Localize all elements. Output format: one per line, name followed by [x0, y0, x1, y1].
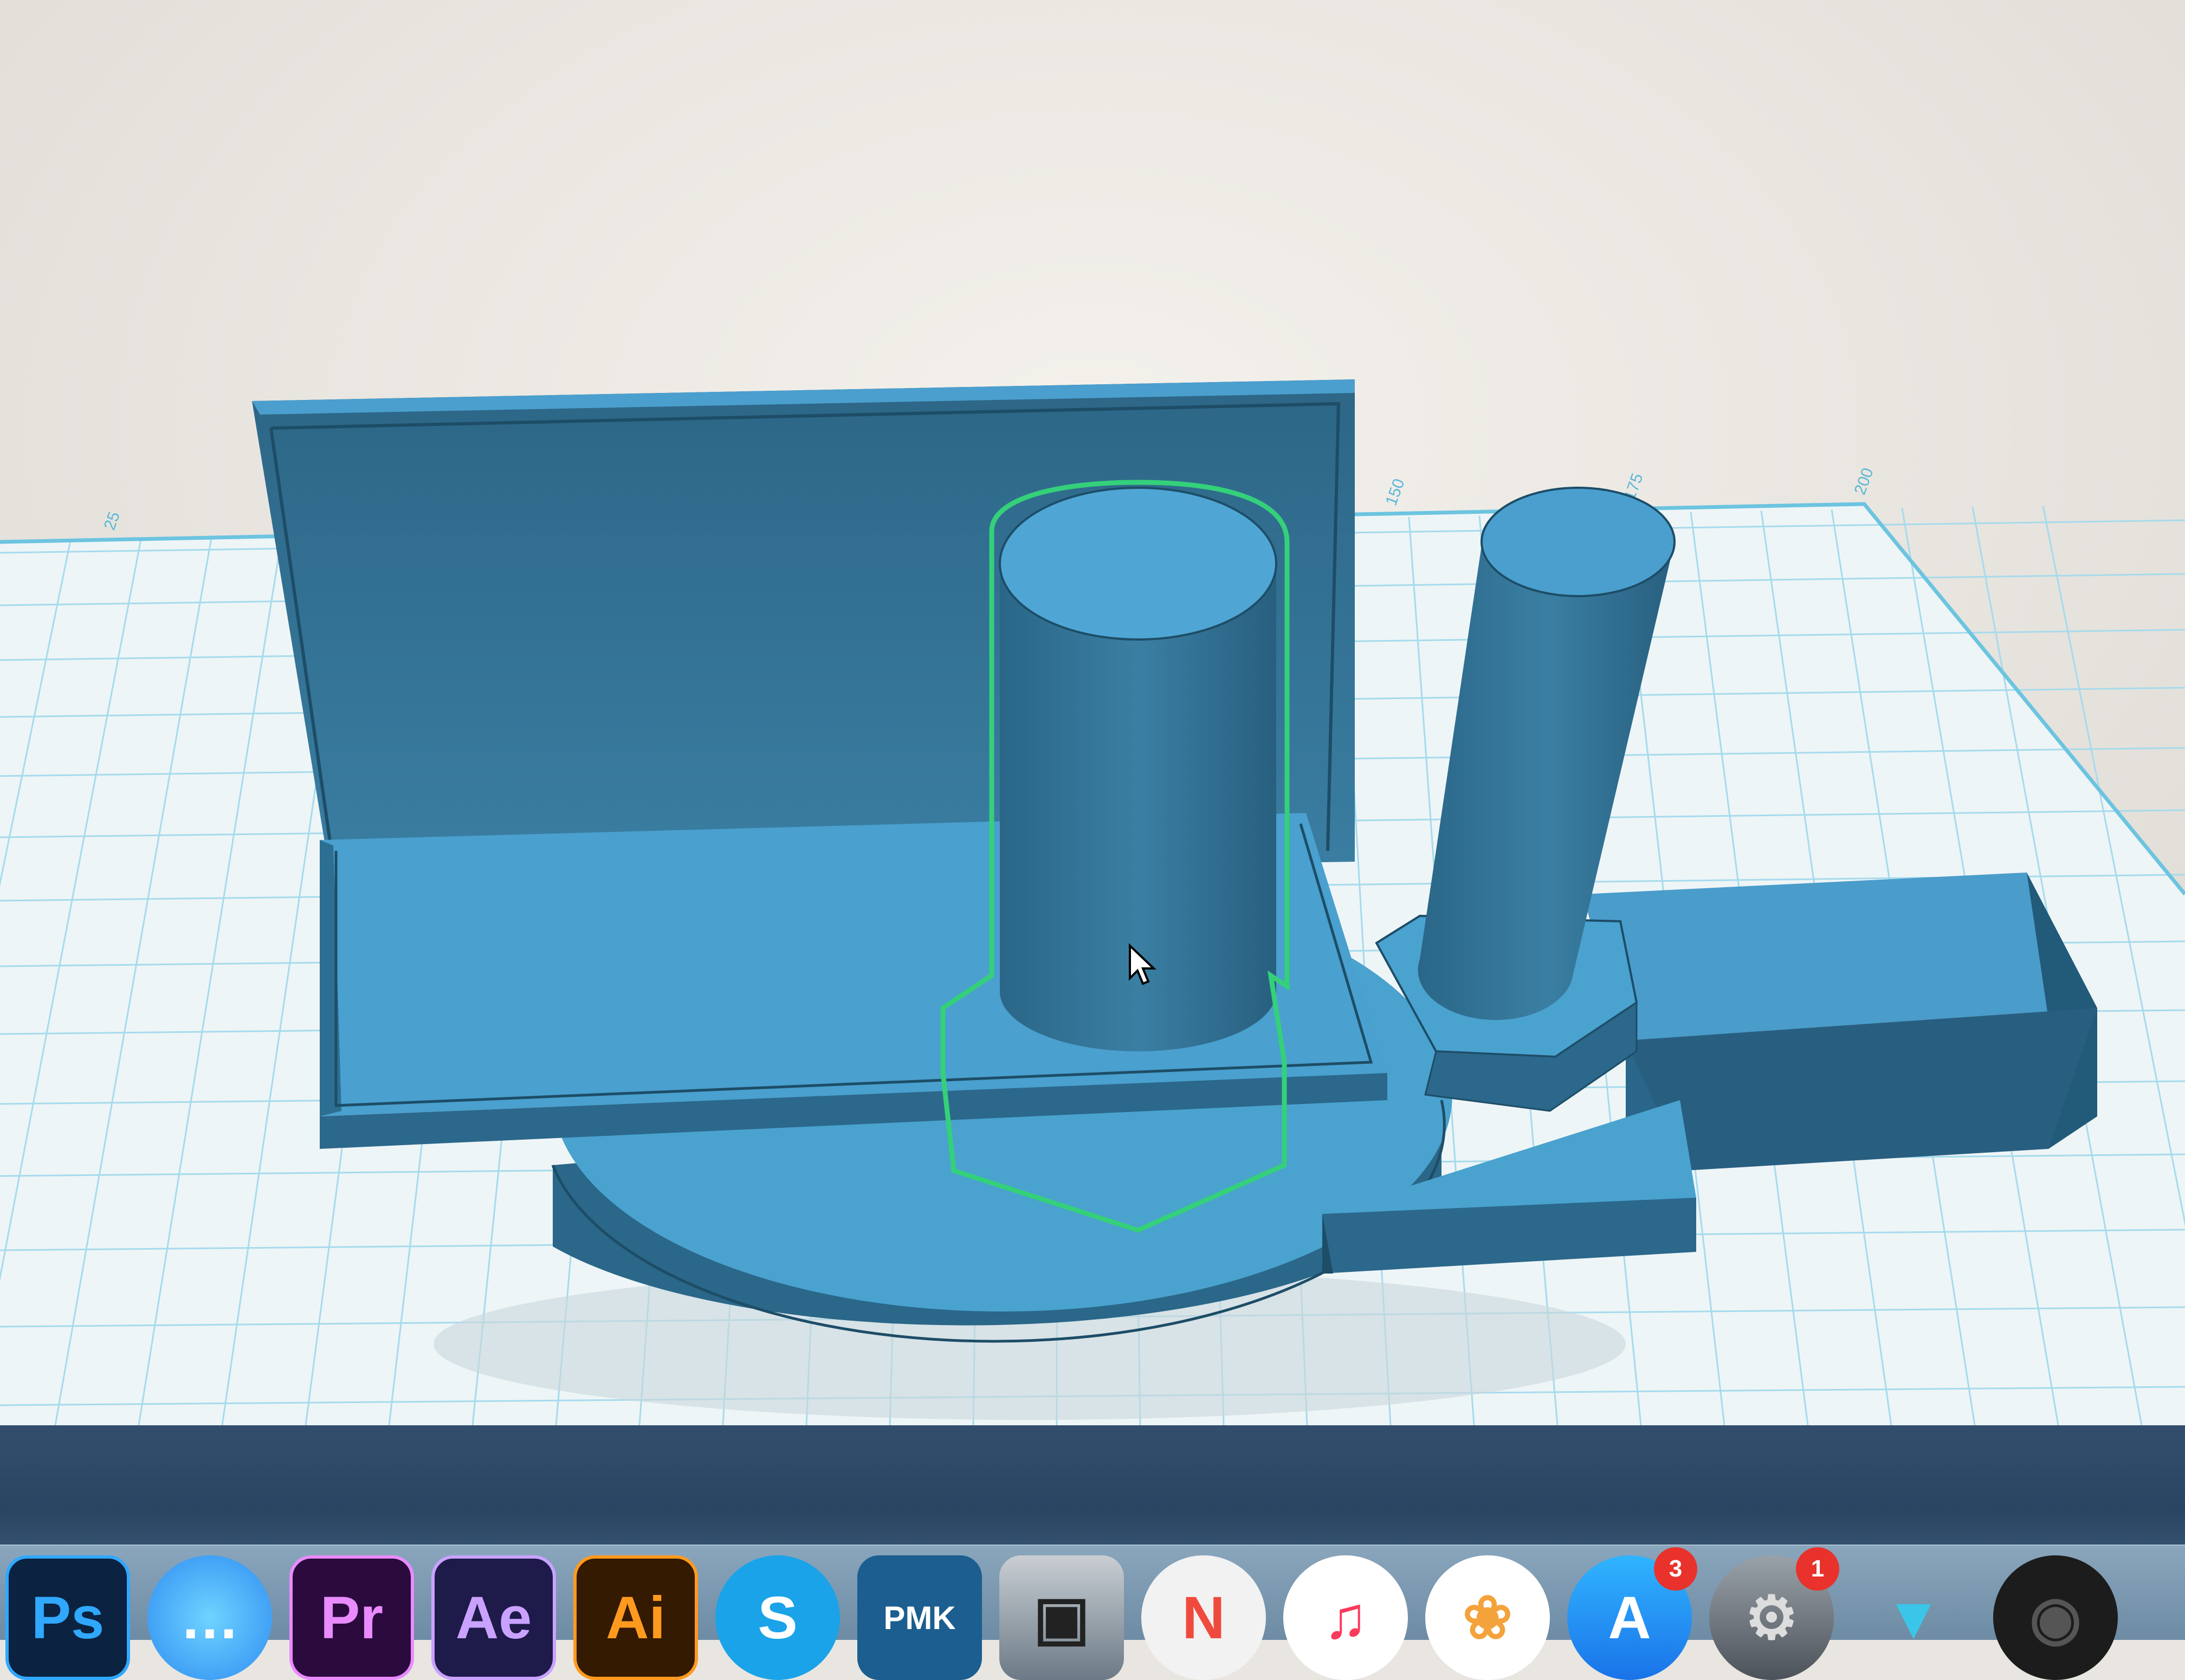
notification-badge: 3 — [1654, 1547, 1697, 1591]
dock-icon-label: ▣ — [1033, 1585, 1090, 1651]
triangle-app-icon[interactable]: ▼ — [1851, 1555, 1976, 1680]
illustrator-icon[interactable]: Ai — [573, 1555, 698, 1680]
dock-icon-label: Ae — [455, 1584, 532, 1651]
dock-icon-label: ▼ — [1884, 1584, 1943, 1651]
music-icon[interactable]: ♫ — [1283, 1555, 1408, 1680]
after-effects-icon[interactable]: Ae — [431, 1555, 556, 1680]
scene-canvas[interactable]: 25 150 175 200 — [0, 0, 2185, 1425]
pmk-icon[interactable]: PMK — [857, 1555, 982, 1680]
notification-badge: 1 — [1796, 1547, 1839, 1591]
dock-icon-label: PMK — [883, 1599, 956, 1636]
dock-icon-label: A — [1608, 1584, 1651, 1651]
messages-icon[interactable]: … — [147, 1555, 272, 1680]
photoshop-icon[interactable]: Ps — [5, 1555, 130, 1680]
news-icon[interactable]: N — [1141, 1555, 1266, 1680]
premiere-icon[interactable]: Pr — [289, 1555, 414, 1680]
dock-icon-label: Pr — [320, 1584, 384, 1651]
dock-icon-label: Ai — [606, 1584, 665, 1651]
dock-icon-label: ⚙ — [1744, 1585, 1799, 1651]
image-capture-icon[interactable]: ▣ — [999, 1555, 1124, 1680]
dock-icon-label: ♫ — [1323, 1584, 1368, 1651]
dock-icon-label: ❀ — [1462, 1585, 1513, 1651]
skype-icon[interactable]: S — [715, 1555, 840, 1680]
dock-icon-label: N — [1182, 1584, 1225, 1651]
dock-icon-label: … — [180, 1584, 240, 1651]
photos-icon[interactable]: ❀ — [1425, 1555, 1550, 1680]
3d-viewport[interactable]: 25 150 175 200 — [0, 0, 2185, 1425]
camera-icon[interactable]: ◉ — [1993, 1555, 2118, 1680]
dock-icon-label: S — [758, 1584, 798, 1651]
dock-icon-label: Ps — [31, 1584, 105, 1651]
dock-icon-label: ◉ — [2029, 1585, 2081, 1651]
